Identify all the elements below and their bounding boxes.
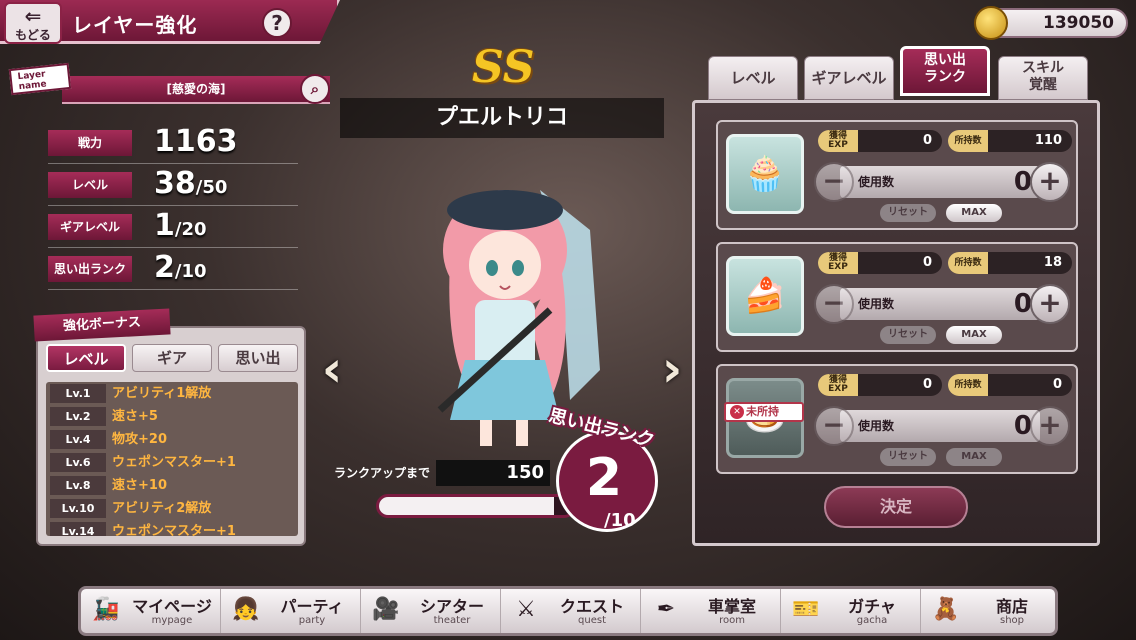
item-card: 🍮 ✕ 未所持 獲得 EXP 0 所持数 0 使用数 0 − + リセット MA… xyxy=(716,364,1078,474)
item-card: 🍰 獲得 EXP 0 所持数 18 使用数 0 − + リセット MAX xyxy=(716,242,1078,352)
stat-label: ギアレベル xyxy=(48,214,132,240)
rank-progress-fill xyxy=(379,497,554,515)
bonus-panel: レベル ギア 思い出 Lv.1 アビリティ1解放 Lv.2 速さ+5 Lv.4 物攻+… xyxy=(36,326,306,546)
bonus-tab-gear[interactable]: ギア xyxy=(132,344,212,372)
pen-icon: ✒ xyxy=(656,597,676,622)
next-character-arrow-icon[interactable]: › xyxy=(652,340,692,400)
rank-badge: SS xyxy=(472,42,535,93)
nav-party[interactable]: 👧 パーティ party xyxy=(221,589,361,633)
nav-room[interactable]: ✒ 車掌室 room xyxy=(641,589,781,633)
tab-skill-awaken[interactable]: スキル 覚醒 xyxy=(998,56,1088,100)
character-icon: 👧 xyxy=(232,597,260,622)
ticket-icon: 🎫 xyxy=(792,597,820,622)
cupcake-icon: 🧁 xyxy=(726,134,804,214)
exp-pill: 獲得 EXP 0 xyxy=(818,130,942,152)
tab-memory-rank[interactable]: 思い出 ランク xyxy=(900,46,990,96)
stat-level: レベル 38/50 xyxy=(48,166,298,206)
tab-gear-level[interactable]: ギアレベル xyxy=(804,56,894,100)
back-button[interactable]: ⇐ もどる xyxy=(4,2,62,44)
list-item: Lv.1 アビリティ1解放 xyxy=(46,382,298,405)
nav-quest[interactable]: ⚔ クエスト quest xyxy=(501,589,641,633)
exp-pill: 獲得 EXP 0 xyxy=(818,252,942,274)
bonus-tab-memory[interactable]: 思い出 xyxy=(218,344,298,372)
stat-gear-level: ギアレベル 1/20 xyxy=(48,208,298,248)
rank-progress-bar xyxy=(376,494,576,518)
stat-value: 1163 xyxy=(154,124,238,159)
character-name: プエルトリコ xyxy=(340,98,664,138)
nav-theater[interactable]: 🎥 シアター theater xyxy=(361,589,501,633)
plus-button[interactable]: + xyxy=(1030,284,1070,324)
max-button[interactable]: MAX xyxy=(946,204,1002,222)
help-icon[interactable]: ? xyxy=(262,8,292,38)
stat-value: 1/20 xyxy=(154,208,207,243)
plus-button[interactable]: + xyxy=(1030,162,1070,202)
item-card: 🧁 獲得 EXP 0 所持数 110 使用数 0 − + リセット MAX xyxy=(716,120,1078,230)
unowned-icon: ✕ xyxy=(730,405,744,419)
list-item: Lv.2 速さ+5 xyxy=(46,405,298,428)
plus-button[interactable]: + xyxy=(1030,406,1070,446)
stat-power: 戦力 1163 xyxy=(48,124,298,164)
list-item: Lv.8 速さ+10 xyxy=(46,474,298,497)
layer-name: [慈愛の海] xyxy=(62,76,330,104)
coin-icon xyxy=(974,6,1008,40)
exp-pill: 獲得 EXP 0 xyxy=(818,374,942,396)
rankup-value: 150 xyxy=(436,460,550,486)
back-arrow-icon: ⇐ xyxy=(24,4,42,28)
owned-pill: 所持数 0 xyxy=(948,374,1072,396)
projector-icon: 🎥 xyxy=(372,597,400,622)
nav-mypage[interactable]: 🚂 マイページ mypage xyxy=(81,589,221,633)
nav-shop[interactable]: 🧸 商店 shop xyxy=(921,589,1061,633)
shopkeeper-icon: 🧸 xyxy=(932,597,960,622)
use-count-field: 使用数 0 xyxy=(840,288,1040,320)
bonus-list[interactable]: Lv.1 アビリティ1解放 Lv.2 速さ+5 Lv.4 物攻+20 Lv.6 ウェポン… xyxy=(46,382,298,536)
magnifier-icon[interactable]: ⌕ xyxy=(300,74,330,104)
tab-level[interactable]: レベル xyxy=(708,56,798,100)
stat-label: レベル xyxy=(48,172,132,198)
list-item: Lv.14 ウェポンマスター+1 xyxy=(46,520,298,536)
rankup-label: ランクアップまで xyxy=(334,466,431,480)
stat-value: 2/10 xyxy=(154,250,207,285)
bottom-nav: 🚂 マイページ mypage 👧 パーティ party 🎥 シアター theat… xyxy=(78,586,1058,636)
max-button[interactable]: MAX xyxy=(946,448,1002,466)
bonus-tab-level[interactable]: レベル xyxy=(46,344,126,372)
prev-character-arrow-icon[interactable]: ‹ xyxy=(312,340,352,400)
character-sprite xyxy=(437,190,600,446)
back-label: もどる xyxy=(15,28,51,42)
use-count-field: 使用数 0 xyxy=(840,166,1040,198)
stat-value: 38/50 xyxy=(154,166,228,201)
decide-button[interactable]: 決定 xyxy=(824,486,968,528)
reset-button[interactable]: リセット xyxy=(880,204,936,222)
cake-icon: 🍰 xyxy=(726,256,804,336)
stat-label: 思い出ランク xyxy=(48,256,132,282)
minus-button[interactable]: − xyxy=(814,406,854,446)
use-count-field: 使用数 0 xyxy=(840,410,1040,442)
stat-label: 戦力 xyxy=(48,130,132,156)
list-item: Lv.4 物攻+20 xyxy=(46,428,298,451)
unowned-badge: ✕ 未所持 xyxy=(724,402,804,422)
rank-max: /10 xyxy=(604,510,636,531)
stat-memory-rank: 思い出ランク 2/10 xyxy=(48,250,298,290)
rank-current: 2 xyxy=(585,448,623,508)
train-icon: 🚂 xyxy=(92,597,120,622)
minus-button[interactable]: − xyxy=(814,284,854,324)
minus-button[interactable]: − xyxy=(814,162,854,202)
reset-button[interactable]: リセット xyxy=(880,448,936,466)
list-item: Lv.6 ウェポンマスター+1 xyxy=(46,451,298,474)
swords-icon: ⚔ xyxy=(516,597,536,622)
max-button[interactable]: MAX xyxy=(946,326,1002,344)
reset-button[interactable]: リセット xyxy=(880,326,936,344)
owned-pill: 所持数 110 xyxy=(948,130,1072,152)
nav-gacha[interactable]: 🎫 ガチャ gacha xyxy=(781,589,921,633)
page-title: レイヤー強化 xyxy=(72,13,198,37)
list-item: Lv.10 アビリティ2解放 xyxy=(46,497,298,520)
owned-pill: 所持数 18 xyxy=(948,252,1072,274)
